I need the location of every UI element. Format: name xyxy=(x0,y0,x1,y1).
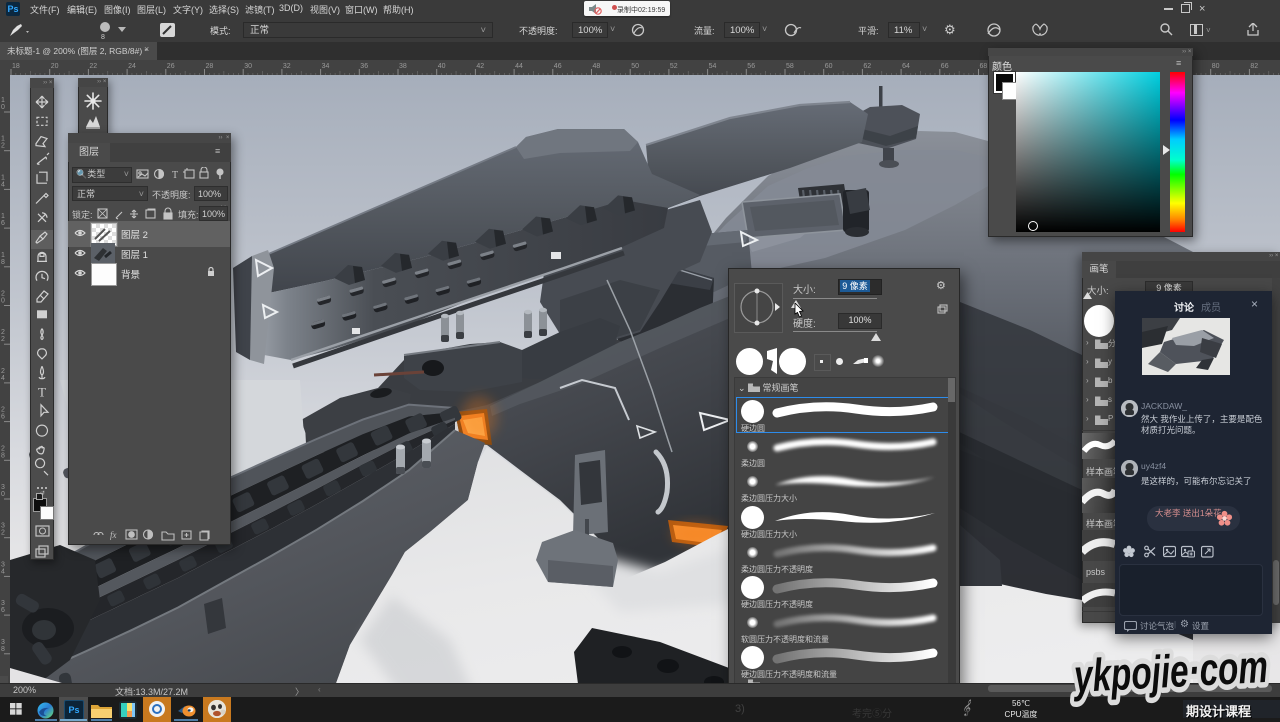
svg-text:0: 0 xyxy=(1,298,5,305)
svg-text:52: 52 xyxy=(670,63,678,70)
svg-text:0: 0 xyxy=(1,491,5,498)
svg-text:24: 24 xyxy=(128,63,136,70)
svg-text:1: 1 xyxy=(1,252,5,259)
svg-text:8: 8 xyxy=(1,452,5,459)
svg-text:36: 36 xyxy=(360,63,368,70)
svg-text:2: 2 xyxy=(1,368,5,375)
svg-text:3: 3 xyxy=(1,523,5,530)
svg-text:1: 1 xyxy=(1,136,5,143)
svg-text:30: 30 xyxy=(244,63,252,70)
svg-text:8: 8 xyxy=(1,259,5,266)
svg-text:56: 56 xyxy=(747,63,755,70)
svg-text:2: 2 xyxy=(1,336,5,343)
svg-text:ykpojie·com: ykpojie·com xyxy=(1071,640,1269,702)
svg-text:80: 80 xyxy=(1212,63,1220,70)
svg-text:4: 4 xyxy=(1,568,5,575)
svg-text:26: 26 xyxy=(167,63,175,70)
svg-text:22: 22 xyxy=(89,63,97,70)
svg-text:28: 28 xyxy=(206,63,214,70)
svg-text:38: 38 xyxy=(399,63,407,70)
svg-text:66: 66 xyxy=(941,63,949,70)
svg-text:6: 6 xyxy=(1,220,5,227)
svg-text:48: 48 xyxy=(593,63,601,70)
svg-text:8: 8 xyxy=(1,646,5,653)
svg-text:46: 46 xyxy=(554,63,562,70)
svg-text:42: 42 xyxy=(476,63,484,70)
svg-text:82: 82 xyxy=(1250,63,1258,70)
svg-text:40: 40 xyxy=(438,63,446,70)
svg-text:4: 4 xyxy=(1,375,5,382)
svg-text:50: 50 xyxy=(631,63,639,70)
svg-text:4: 4 xyxy=(1,181,5,188)
svg-text:6: 6 xyxy=(1,414,5,421)
svg-text:2: 2 xyxy=(1,530,5,537)
svg-text:32: 32 xyxy=(283,63,291,70)
svg-text:2: 2 xyxy=(1,143,5,150)
svg-text:T: T xyxy=(172,170,178,181)
svg-text:20: 20 xyxy=(51,63,59,70)
svg-text:34: 34 xyxy=(322,63,330,70)
svg-text:2: 2 xyxy=(1,407,5,414)
svg-text:1: 1 xyxy=(1,97,5,104)
svg-text:1: 1 xyxy=(1,213,5,220)
svg-text:18: 18 xyxy=(12,63,20,70)
svg-text:3: 3 xyxy=(1,639,5,646)
svg-text:3: 3 xyxy=(1,600,5,607)
svg-text:T: T xyxy=(38,385,46,400)
svg-text:58: 58 xyxy=(786,63,794,70)
svg-text:2: 2 xyxy=(1,445,5,452)
svg-text:3: 3 xyxy=(1,561,5,568)
svg-text:68: 68 xyxy=(980,63,988,70)
svg-text:3: 3 xyxy=(1,484,5,491)
svg-text:54: 54 xyxy=(709,63,717,70)
svg-text:1: 1 xyxy=(1,174,5,181)
svg-text:6: 6 xyxy=(1,607,5,614)
svg-text:fx: fx xyxy=(110,530,117,540)
svg-text:64: 64 xyxy=(902,63,910,70)
svg-text:2: 2 xyxy=(1,329,5,336)
svg-text:2: 2 xyxy=(1,291,5,298)
svg-text:60: 60 xyxy=(825,63,833,70)
svg-text:0: 0 xyxy=(1,104,5,111)
svg-text:44: 44 xyxy=(515,63,523,70)
svg-text:62: 62 xyxy=(863,63,871,70)
